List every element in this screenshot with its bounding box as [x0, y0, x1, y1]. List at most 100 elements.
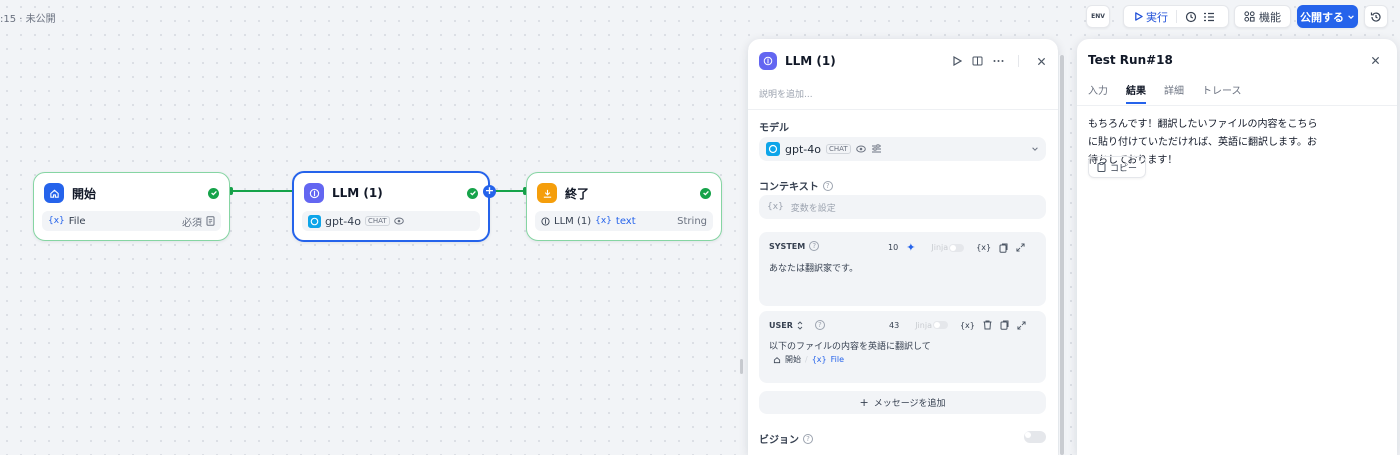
system-prompt-box[interactable]: SYSTEM? 10 ✦ Jinja {x} あなたは翻訳家です。	[759, 232, 1046, 306]
expand-icon[interactable]	[1017, 320, 1026, 330]
clock-check-icon[interactable]	[1185, 11, 1197, 23]
settings-sliders-icon[interactable]	[871, 144, 882, 154]
help-icon: ?	[809, 241, 820, 251]
context-placeholder: 変数を設定	[790, 203, 836, 214]
sparkle-icon[interactable]: ✦	[906, 241, 915, 254]
history-button[interactable]	[1364, 5, 1388, 28]
run-step-icon[interactable]	[952, 56, 962, 66]
eye-icon	[393, 217, 404, 225]
panel-actions	[952, 55, 1046, 67]
end-node-title: 終了	[565, 186, 590, 201]
history-icon	[1370, 11, 1381, 22]
env-label: ENV	[1091, 13, 1105, 20]
help-icon: ?	[803, 433, 813, 444]
trash-icon[interactable]	[983, 320, 992, 330]
system-prompt-text[interactable]: あなたは翻訳家です。	[769, 261, 858, 274]
node-config-panel: LLM (1) 説明を追加... モデル gpt-4o CHAT コンテキスト?…	[748, 39, 1058, 455]
workflow-status: :15 · 未公開	[0, 14, 56, 25]
help-icon: ?	[814, 320, 825, 330]
chevron-down-icon	[1348, 14, 1354, 19]
user-prompt-box[interactable]: USER ? 43 Jinja {x} 以下のファイルの内容を英語に翻訳して 開…	[759, 311, 1046, 383]
panel-scrollbar[interactable]	[1060, 55, 1064, 455]
system-role: SYSTEM	[769, 241, 806, 251]
end-variable-name: text	[615, 215, 636, 227]
copy-label: コピー	[1109, 163, 1137, 174]
model-name: gpt-4o	[785, 142, 821, 156]
checklist-icon[interactable]	[1203, 11, 1215, 23]
tab-detail[interactable]: 詳細	[1164, 82, 1184, 97]
variable-icon: {x}	[811, 355, 827, 364]
start-variable-name: File	[68, 215, 86, 227]
more-icon[interactable]	[993, 59, 1004, 63]
test-run-tabs: 入力 結果 詳細 トレース	[1088, 82, 1242, 104]
required-label: 必須	[182, 217, 202, 229]
document-icon	[206, 216, 215, 226]
system-token-count: 10	[888, 243, 899, 252]
features-label: 機能	[1259, 10, 1281, 24]
insert-variable-icon[interactable]: {x}	[976, 243, 991, 252]
description-input[interactable]: 説明を追加...	[759, 87, 813, 100]
ref-var: File	[830, 355, 845, 364]
apps-icon	[1244, 11, 1255, 22]
copy-button[interactable]: コピー	[1088, 156, 1146, 178]
add-message-button[interactable]: + メッセージを追加	[759, 391, 1046, 414]
user-variable-reference: 開始 / {x} File	[773, 354, 844, 365]
llm-node-title: LLM (1)	[332, 186, 383, 200]
tab-trace[interactable]: トレース	[1202, 82, 1242, 97]
jinja-label: Jinja	[915, 320, 932, 330]
user-role-label[interactable]: USER ?	[769, 320, 825, 330]
test-run-title: Test Run#18	[1088, 53, 1173, 67]
swap-icon	[797, 320, 803, 330]
publish-label: 公開する	[1300, 10, 1344, 24]
vision-label-text: ビジョン	[759, 435, 799, 446]
run-button[interactable]: 実行	[1134, 9, 1168, 25]
jinja-toggle[interactable]	[949, 243, 965, 252]
tab-result[interactable]: 結果	[1126, 82, 1146, 104]
llm-model-name: gpt-4o	[325, 214, 361, 228]
book-icon[interactable]	[972, 56, 983, 66]
panel-resize-handle[interactable]	[740, 359, 743, 374]
end-icon	[537, 183, 557, 203]
home-icon	[44, 183, 64, 203]
copy-icon[interactable]	[999, 243, 1008, 253]
start-variable-row: {x} File 必須	[42, 211, 221, 231]
end-node[interactable]: 終了 LLM (1) {x} text String	[526, 172, 722, 241]
chat-chip: CHAT	[364, 216, 390, 226]
vision-label: ビジョン?	[759, 431, 813, 446]
user-role: USER	[769, 320, 793, 330]
tab-input[interactable]: 入力	[1088, 82, 1108, 97]
close-icon[interactable]	[1371, 56, 1380, 65]
jinja-toggle[interactable]	[932, 321, 948, 329]
variable-icon: {x}	[48, 216, 65, 226]
user-prompt-text[interactable]: 以下のファイルの内容を英語に翻訳して	[769, 339, 931, 352]
start-node-title: 開始	[72, 186, 97, 201]
publish-button[interactable]: 公開する	[1297, 5, 1358, 28]
copy-icon[interactable]	[1000, 320, 1009, 330]
llm-icon	[759, 52, 777, 70]
openai-icon	[766, 142, 780, 156]
close-icon[interactable]	[1037, 57, 1046, 66]
user-token-count: 43	[889, 320, 900, 330]
system-prompt-tools: 10 ✦ Jinja {x}	[888, 241, 1025, 254]
panel-header: LLM (1)	[759, 52, 836, 70]
success-check-icon	[467, 187, 478, 199]
clipboard-icon	[1097, 162, 1106, 172]
context-variable-input[interactable]: {x} 変数を設定	[759, 195, 1046, 219]
success-check-icon	[700, 187, 711, 199]
env-button[interactable]: ENV	[1086, 5, 1110, 28]
start-node[interactable]: 開始 {x} File 必須	[33, 172, 230, 241]
insert-variable-icon[interactable]: {x}	[960, 321, 975, 330]
llm-model-row: gpt-4o CHAT	[302, 211, 480, 231]
llm-node[interactable]: LLM (1) gpt-4o CHAT	[292, 171, 490, 242]
panel-title: LLM (1)	[785, 54, 836, 68]
add-node-button[interactable]: +	[483, 185, 496, 198]
end-output-row: LLM (1) {x} text String	[535, 211, 713, 231]
vision-toggle[interactable]	[1024, 431, 1046, 443]
expand-icon[interactable]	[1016, 243, 1025, 252]
variable-icon: {x}	[767, 202, 784, 212]
end-variable-type: String	[677, 215, 707, 227]
end-source-node: LLM (1)	[554, 215, 592, 227]
features-button[interactable]: 機能	[1234, 5, 1291, 28]
model-selector[interactable]: gpt-4o CHAT	[759, 137, 1046, 161]
chat-chip: CHAT	[825, 144, 851, 154]
